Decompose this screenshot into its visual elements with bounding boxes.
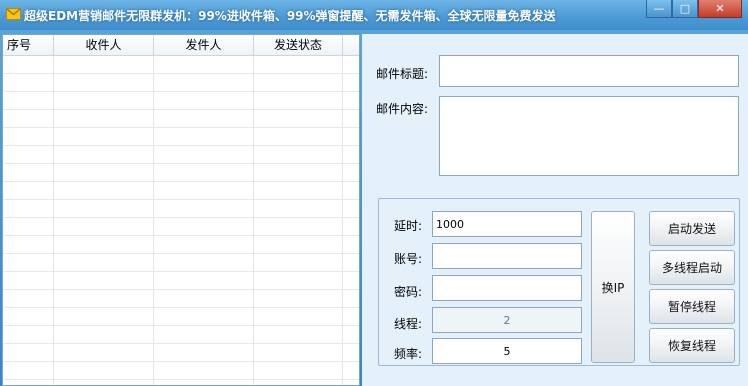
settings-group: 延时: 账号: 密码: 线程: 频率: 换IP 启动发送 多线程启动 暂停线程 … (378, 198, 740, 366)
compose-panel: 邮件标题: 邮件内容: 延时: 账号: 密码: 线程: 频率: 换IP 启动发送… (362, 34, 748, 386)
threads-label: 线程: (394, 317, 423, 331)
password-label: 密码: (394, 285, 423, 299)
resume-threads-button[interactable]: 恢复线程 (649, 328, 735, 363)
pause-threads-button[interactable]: 暂停线程 (649, 289, 735, 324)
window-title: 超级EDM营销邮件无限群发机：99%进收件箱、99%弹窗提醒、无需发件箱、全球无… (24, 9, 556, 23)
column-header-status[interactable]: 发送状态 (254, 35, 343, 55)
table-body[interactable] (3, 56, 359, 385)
rate-label: 频率: (394, 347, 423, 361)
content-textarea[interactable] (439, 96, 739, 176)
column-header-index[interactable]: 序号 (3, 35, 54, 55)
password-input[interactable] (432, 275, 582, 301)
start-send-button[interactable]: 启动发送 (649, 211, 735, 246)
column-header-sender[interactable]: 发件人 (154, 35, 254, 55)
delay-input[interactable] (432, 211, 582, 237)
account-label: 账号: (394, 252, 423, 266)
maximize-icon[interactable]: □ (672, 0, 698, 18)
mail-icon (6, 8, 21, 20)
table-header: 序号 收件人 发件人 发送状态 (3, 35, 359, 56)
rate-input[interactable] (432, 338, 582, 364)
change-ip-button[interactable]: 换IP (591, 211, 635, 363)
send-status-table[interactable]: 序号 收件人 发件人 发送状态 (2, 34, 360, 386)
main-window: 超级EDM营销邮件无限群发机：99%进收件箱、99%弹窗提醒、无需发件箱、全球无… (0, 0, 748, 386)
subject-input[interactable] (439, 55, 739, 87)
window-controls: — □ ✕ (646, 0, 742, 18)
minimize-icon[interactable]: — (646, 0, 672, 18)
account-input[interactable] (432, 243, 582, 269)
close-icon[interactable]: ✕ (698, 0, 742, 18)
delay-label: 延时: (394, 219, 423, 233)
multi-thread-start-button[interactable]: 多线程启动 (649, 250, 735, 285)
content-label: 邮件内容: (376, 102, 429, 116)
title-bar[interactable]: 超级EDM营销邮件无限群发机：99%进收件箱、99%弹窗提醒、无需发件箱、全球无… (0, 0, 748, 30)
subject-label: 邮件标题: (376, 67, 429, 81)
threads-input (432, 307, 582, 333)
column-header-recipient[interactable]: 收件人 (54, 35, 154, 55)
